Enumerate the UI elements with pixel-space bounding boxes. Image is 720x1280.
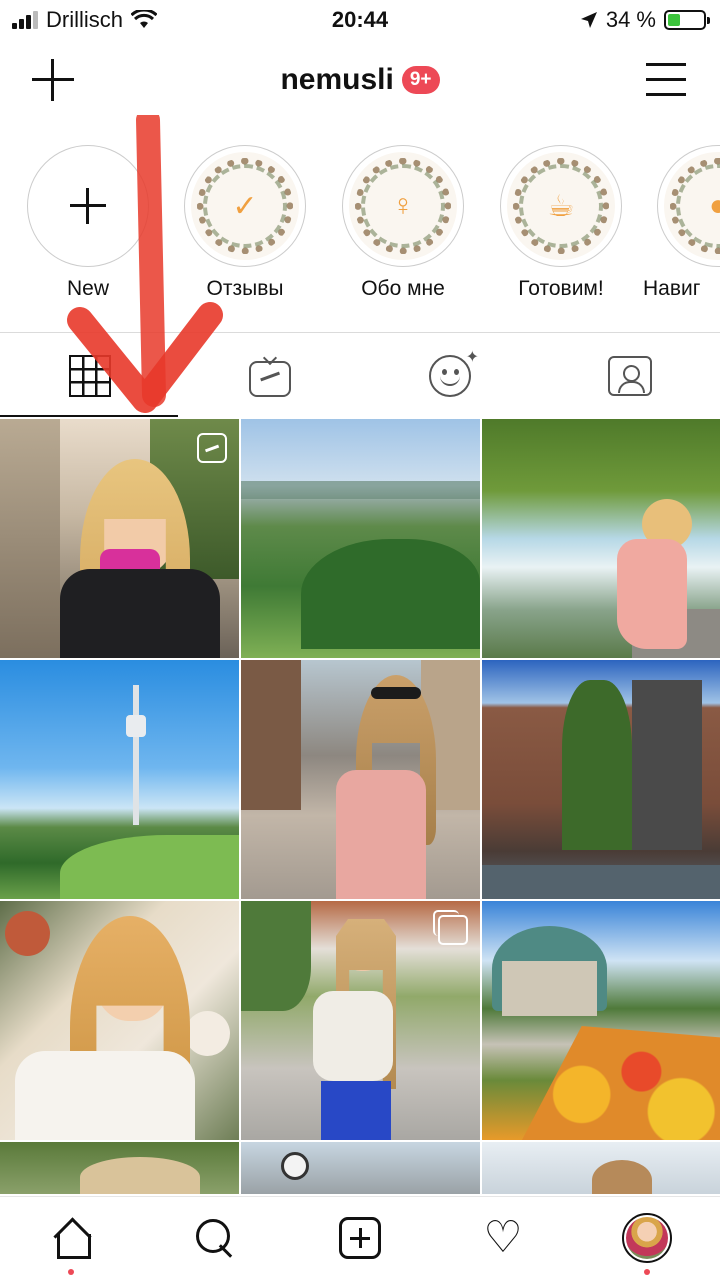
post-thumbnail[interactable] [241,1142,480,1194]
home-icon [51,1218,91,1259]
highlight-cover[interactable]: ✓ [184,145,306,267]
highlight-new-circle[interactable] [27,145,149,267]
post-thumbnail[interactable] [0,419,239,658]
profile-tabs: ✦ [0,332,720,418]
post-thumbnail[interactable] [0,1142,239,1194]
username-title: nemusli 9+ [0,63,720,97]
nav-new-post[interactable] [335,1213,385,1263]
notification-dot [68,1269,74,1275]
highlight-navigation[interactable]: ● Навиг [643,145,720,301]
highlight-label: Навиг [643,277,701,300]
status-bar: Drillisch 20:44 34 % [0,0,720,40]
woman-figure-icon: ♀ [391,189,415,222]
story-highlights: New ✓ Отзывы ♀ Обо мне ☕ Готовим! ● Нави… [0,140,720,315]
highlight-about-me[interactable]: ♀ Обо мне [328,145,478,301]
tab-effects[interactable]: ✦ [360,333,540,419]
location-arrow-icon [580,12,597,28]
highlight-label: Готовим! [518,277,604,300]
highlight-cooking[interactable]: ☕ Готовим! [486,145,636,301]
highlight-label: Отзывы [206,277,284,300]
post-thumbnail[interactable] [241,660,480,899]
highlight-new[interactable]: New [13,145,163,301]
posts-grid [0,419,720,1194]
post-thumbnail[interactable] [482,419,720,658]
menu-icon[interactable] [646,61,686,97]
tab-grid[interactable] [0,333,180,419]
checkmark-icon: ✓ [232,189,258,223]
highlight-cover[interactable]: ● [657,145,720,267]
add-post-icon [339,1217,381,1259]
highlight-cover[interactable]: ☕ [500,145,622,267]
plus-icon [70,188,106,224]
map-pin-icon: ● [708,189,720,222]
igtv-badge-icon [197,433,227,463]
post-thumbnail[interactable] [0,660,239,899]
username[interactable]: nemusli [280,63,393,97]
post-thumbnail[interactable] [482,901,720,1140]
grid-icon [69,355,111,397]
post-thumbnail[interactable] [241,901,480,1140]
tagged-person-icon [608,356,652,396]
tab-igtv[interactable] [180,333,360,419]
battery-percent: 34 % [605,7,656,32]
battery-fill [668,14,680,26]
post-thumbnail[interactable] [241,419,480,658]
nav-home[interactable] [46,1213,96,1275]
profile-avatar [622,1213,672,1263]
igtv-icon [249,361,291,397]
notification-badge[interactable]: 9+ [401,66,440,94]
highlight-cover[interactable]: ♀ [342,145,464,267]
heart-icon: ♡ [483,1213,523,1262]
nav-profile[interactable] [622,1213,672,1275]
post-thumbnail[interactable] [482,1142,720,1194]
profile-header: nemusli 9+ [0,45,720,115]
bottom-navigation: ♡ [0,1196,720,1280]
highlight-reviews[interactable]: ✓ Отзывы [170,145,320,301]
carousel-badge-icon [433,910,468,945]
nav-activity[interactable]: ♡ [478,1213,528,1263]
post-thumbnail[interactable] [482,660,720,899]
face-effects-icon: ✦ [429,349,479,397]
nav-search[interactable] [190,1213,240,1263]
highlight-label: New [66,277,109,300]
highlight-label: Обо мне [361,277,445,300]
search-icon [194,1217,236,1259]
tab-tagged[interactable] [540,333,720,419]
cooking-icon: ☕ [547,189,575,223]
notification-dot [644,1269,650,1275]
status-right: 34 % [580,7,710,33]
battery-icon [664,10,710,30]
post-thumbnail[interactable] [0,901,239,1140]
